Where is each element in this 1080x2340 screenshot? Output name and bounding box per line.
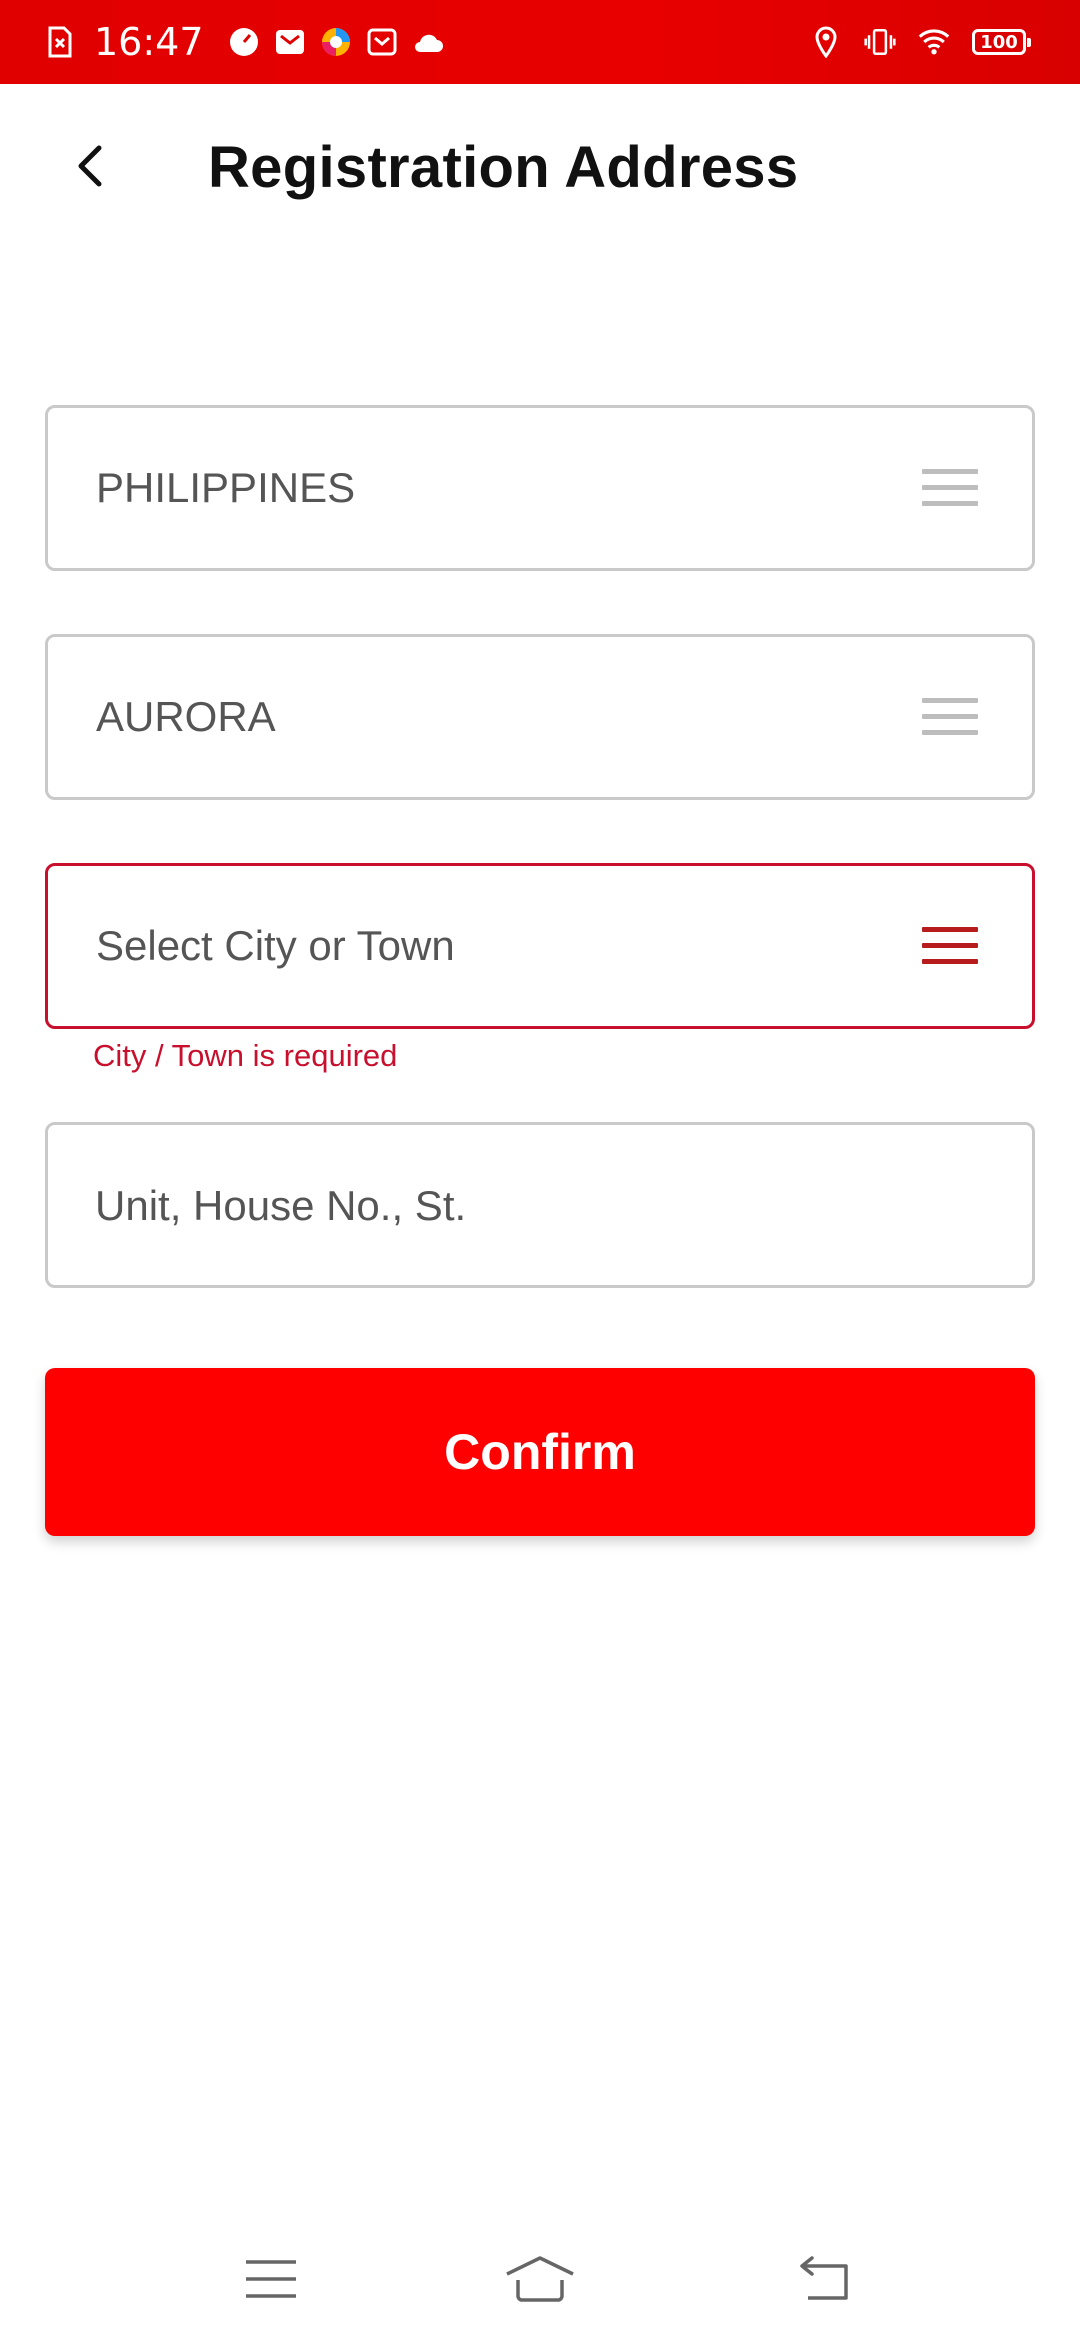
calendar-mail-icon	[366, 26, 398, 58]
list-icon	[922, 698, 978, 736]
speedometer-icon	[228, 26, 260, 58]
country-select[interactable]: PHILIPPINES	[45, 405, 1035, 571]
home-icon	[506, 2256, 574, 2302]
city-select[interactable]: Select City or Town	[45, 863, 1035, 1029]
battery-indicator: 100	[972, 29, 1031, 55]
country-value: PHILIPPINES	[96, 464, 356, 511]
browser-icon	[320, 26, 352, 58]
city-placeholder: Select City or Town	[96, 922, 455, 969]
province-select[interactable]: AURORA	[45, 634, 1035, 800]
menu-icon	[246, 2260, 296, 2298]
nav-home-button[interactable]	[500, 2244, 580, 2314]
city-error-message: City / Town is required	[93, 1038, 398, 1073]
vibrate-icon	[864, 26, 896, 58]
mail-icon	[274, 26, 306, 58]
nav-back-button[interactable]	[784, 2244, 864, 2314]
wifi-icon	[918, 26, 950, 58]
chevron-left-icon	[78, 145, 102, 187]
sim-error-icon	[44, 26, 76, 58]
street-field	[45, 1122, 1035, 1288]
street-input[interactable]	[93, 1125, 997, 1287]
page-title: Registration Address	[208, 135, 799, 200]
location-icon	[810, 26, 842, 58]
province-value: AURORA	[96, 693, 276, 740]
nav-menu-button[interactable]	[231, 2244, 311, 2314]
confirm-button[interactable]: Confirm	[45, 1368, 1035, 1536]
list-icon	[922, 469, 978, 507]
status-time: 16:47	[94, 20, 204, 64]
app-header: Registration Address	[0, 84, 1080, 254]
cloud-icon	[412, 26, 444, 58]
list-icon	[922, 927, 978, 965]
status-bar-left: 16:47	[44, 0, 444, 84]
status-bar-right: 100	[810, 0, 1031, 84]
back-button[interactable]	[60, 136, 120, 196]
system-nav-bar	[0, 2220, 1080, 2340]
back-icon	[800, 2256, 848, 2300]
status-bar: 16:47 100	[0, 0, 1080, 84]
